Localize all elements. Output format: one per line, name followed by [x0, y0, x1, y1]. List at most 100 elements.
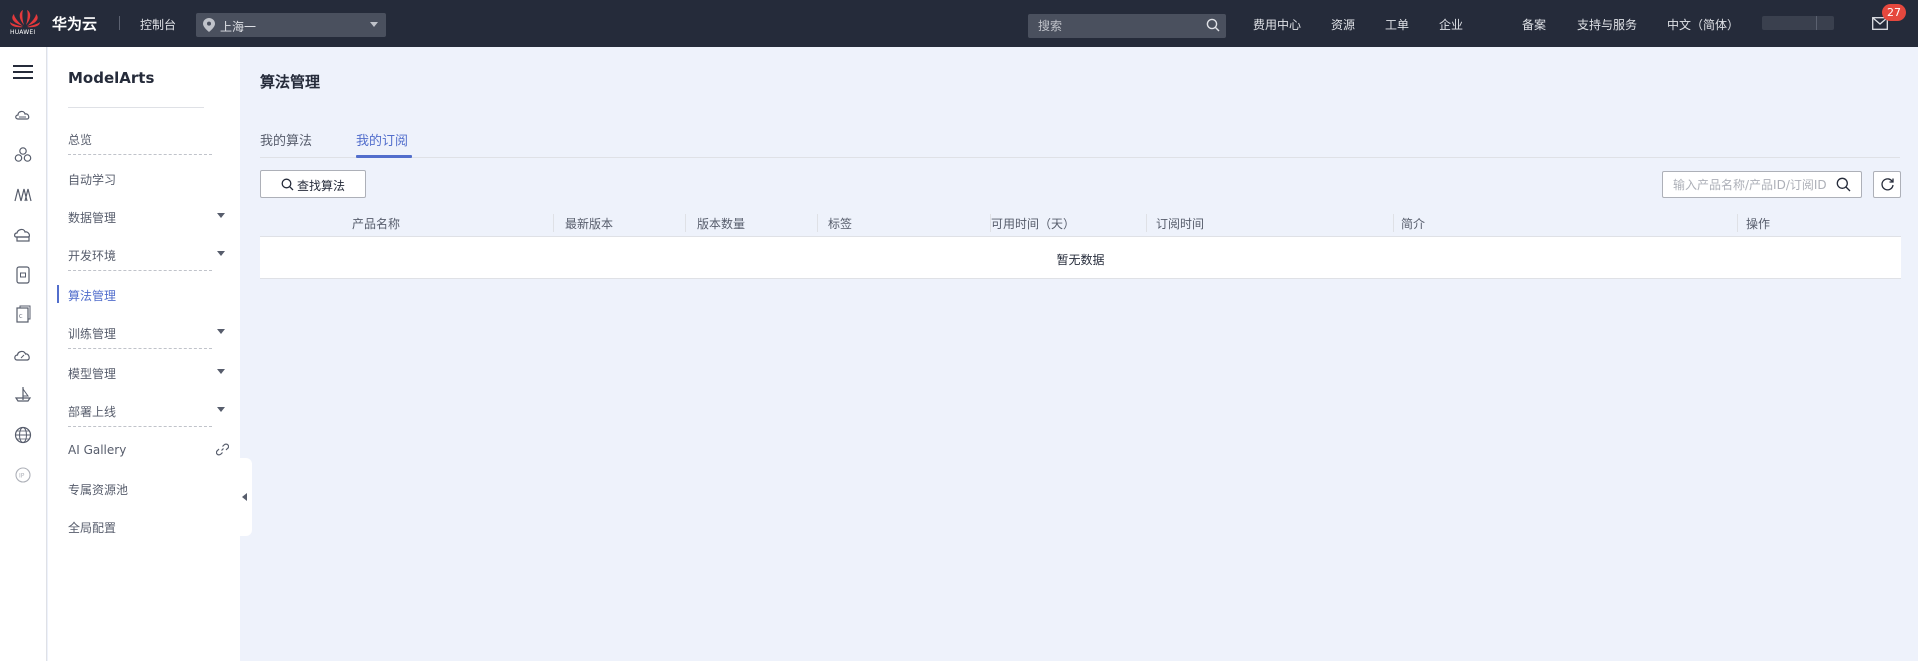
- chevron-down-icon: [217, 369, 225, 374]
- sidebar-item-overview[interactable]: 总览: [48, 121, 240, 155]
- column-divider: [553, 214, 554, 232]
- logo-text: HUAWEI: [10, 29, 36, 36]
- column-divider: [1737, 214, 1738, 232]
- column-divider: [1146, 214, 1147, 232]
- column-header-actions: 操作: [1746, 217, 1771, 231]
- ip-address-icon[interactable]: IP: [13, 465, 33, 485]
- location-pin-icon: [203, 18, 215, 32]
- modelarts-sidebar: ModelArts 总览 自动学习 数据管理 开发环境 算法管理 训练管理 模型…: [48, 47, 240, 661]
- username[interactable]: [1762, 16, 1834, 30]
- subscription-search-input[interactable]: [1662, 171, 1862, 198]
- column-divider: [1393, 214, 1394, 232]
- sidebar-item-ai-gallery[interactable]: AI Gallery: [48, 433, 240, 467]
- billing-center-link[interactable]: 费用中心: [1253, 16, 1301, 33]
- sidebar-item-label: 专属资源池: [68, 483, 129, 497]
- top-bar: HUAWEI 华为云 控制台 上海一 费用中心 资源 工单 企业 备案 支持与服…: [0, 0, 1918, 47]
- column-header-subscription-time: 订阅时间: [1156, 217, 1205, 231]
- tabs-divider: [260, 157, 1900, 158]
- sidebar-item-dedicated-resource-pool[interactable]: 专属资源池: [48, 471, 240, 505]
- storage-icon[interactable]: [13, 225, 33, 245]
- sidebar-item-label: 模型管理: [68, 367, 117, 381]
- support-link[interactable]: 支持与服务: [1577, 16, 1637, 33]
- global-search-input[interactable]: [1028, 14, 1226, 38]
- table-header: 产品名称 最新版本 版本数量 标签 可用时间（天） 订阅时间 简介 操作: [260, 210, 1901, 236]
- find-algorithm-label: 查找算法: [297, 179, 346, 193]
- divider: [68, 154, 212, 155]
- column-divider: [817, 214, 818, 232]
- sidebar-item-label: 自动学习: [68, 173, 117, 187]
- network-icon[interactable]: [13, 185, 33, 205]
- column-header-available-days: 可用时间（天）: [991, 217, 1076, 231]
- chevron-down-icon: [217, 213, 225, 218]
- cloud-icon[interactable]: [13, 345, 33, 365]
- icp-filing-link[interactable]: 备案: [1522, 16, 1546, 33]
- sidebar-item-global-config[interactable]: 全局配置: [48, 509, 240, 543]
- divider: [119, 16, 120, 30]
- empty-state-text: 暂无数据: [1056, 253, 1105, 267]
- sidebar-item-label: 数据管理: [68, 211, 117, 225]
- region-value: 上海一: [220, 20, 257, 34]
- sidebar-item-label: 训练管理: [68, 327, 117, 341]
- search-icon[interactable]: [1206, 18, 1220, 32]
- service-rail: C IP: [0, 47, 47, 661]
- refresh-button[interactable]: [1873, 171, 1901, 198]
- column-header-description: 简介: [1401, 217, 1426, 231]
- console-link[interactable]: 控制台: [140, 16, 176, 33]
- cloud-server-icon[interactable]: [13, 105, 33, 125]
- database-icon[interactable]: [13, 265, 33, 285]
- ship-icon[interactable]: [13, 385, 33, 405]
- tab-my-algorithms[interactable]: 我的算法: [260, 130, 312, 149]
- sidebar-collapse-toggle[interactable]: [240, 458, 252, 536]
- divider: [68, 107, 204, 108]
- sidebar-item-deployment[interactable]: 部署上线: [48, 393, 240, 427]
- sidebar-item-label: 部署上线: [68, 405, 117, 419]
- sidebar-item-label: AI Gallery: [68, 443, 127, 457]
- menu-icon[interactable]: [13, 64, 33, 80]
- find-algorithm-button[interactable]: 查找算法: [260, 170, 366, 198]
- document-icon[interactable]: C: [13, 305, 33, 325]
- chevron-down-icon: [217, 407, 225, 412]
- notification-badge: 27: [1882, 4, 1906, 21]
- sidebar-item-label: 总览: [68, 133, 93, 147]
- sidebar-item-algorithm-management[interactable]: 算法管理: [48, 277, 240, 311]
- column-header-tags: 标签: [828, 217, 853, 231]
- active-tab-indicator: [356, 155, 412, 158]
- chevron-down-icon: [370, 22, 378, 27]
- sidebar-item-dev-environment[interactable]: 开发环境: [48, 237, 240, 271]
- search-icon[interactable]: [1836, 177, 1851, 192]
- brand-name[interactable]: 华为云: [52, 13, 97, 34]
- svg-text:C: C: [19, 314, 23, 320]
- page-title: 算法管理: [260, 73, 321, 91]
- resources-link[interactable]: 资源: [1331, 16, 1355, 33]
- column-header-latest-version: 最新版本: [565, 217, 614, 231]
- sidebar-item-data-management[interactable]: 数据管理: [48, 199, 240, 233]
- refresh-icon: [1881, 178, 1894, 191]
- external-link-icon: [216, 443, 229, 456]
- chevron-left-icon: [242, 493, 247, 501]
- tickets-link[interactable]: 工单: [1385, 16, 1409, 33]
- svg-text:IP: IP: [19, 473, 25, 480]
- table-body: 暂无数据: [260, 236, 1901, 279]
- enterprise-link[interactable]: 企业: [1439, 16, 1463, 33]
- tab-my-subscriptions[interactable]: 我的订阅: [356, 130, 408, 149]
- divider: [1816, 16, 1817, 30]
- column-divider: [685, 214, 686, 232]
- active-indicator: [57, 285, 59, 303]
- sidebar-item-label: 全局配置: [68, 521, 117, 535]
- divider: [68, 270, 212, 271]
- sidebar-title: ModelArts: [68, 69, 155, 87]
- column-header-product-name: 产品名称: [352, 217, 401, 231]
- sidebar-item-model-management[interactable]: 模型管理: [48, 355, 240, 389]
- chevron-down-icon: [217, 329, 225, 334]
- region-selector[interactable]: 上海一: [196, 13, 386, 37]
- sidebar-item-training-management[interactable]: 训练管理: [48, 315, 240, 349]
- sidebar-item-label: 开发环境: [68, 249, 117, 263]
- divider: [68, 348, 212, 349]
- sidebar-item-label: 算法管理: [68, 289, 117, 303]
- divider: [68, 426, 212, 427]
- column-header-version-count: 版本数量: [697, 217, 746, 231]
- language-selector[interactable]: 中文（简体）: [1667, 16, 1739, 33]
- cluster-icon[interactable]: [13, 145, 33, 165]
- globe-icon[interactable]: [13, 425, 33, 445]
- sidebar-item-auto-learning[interactable]: 自动学习: [48, 161, 240, 195]
